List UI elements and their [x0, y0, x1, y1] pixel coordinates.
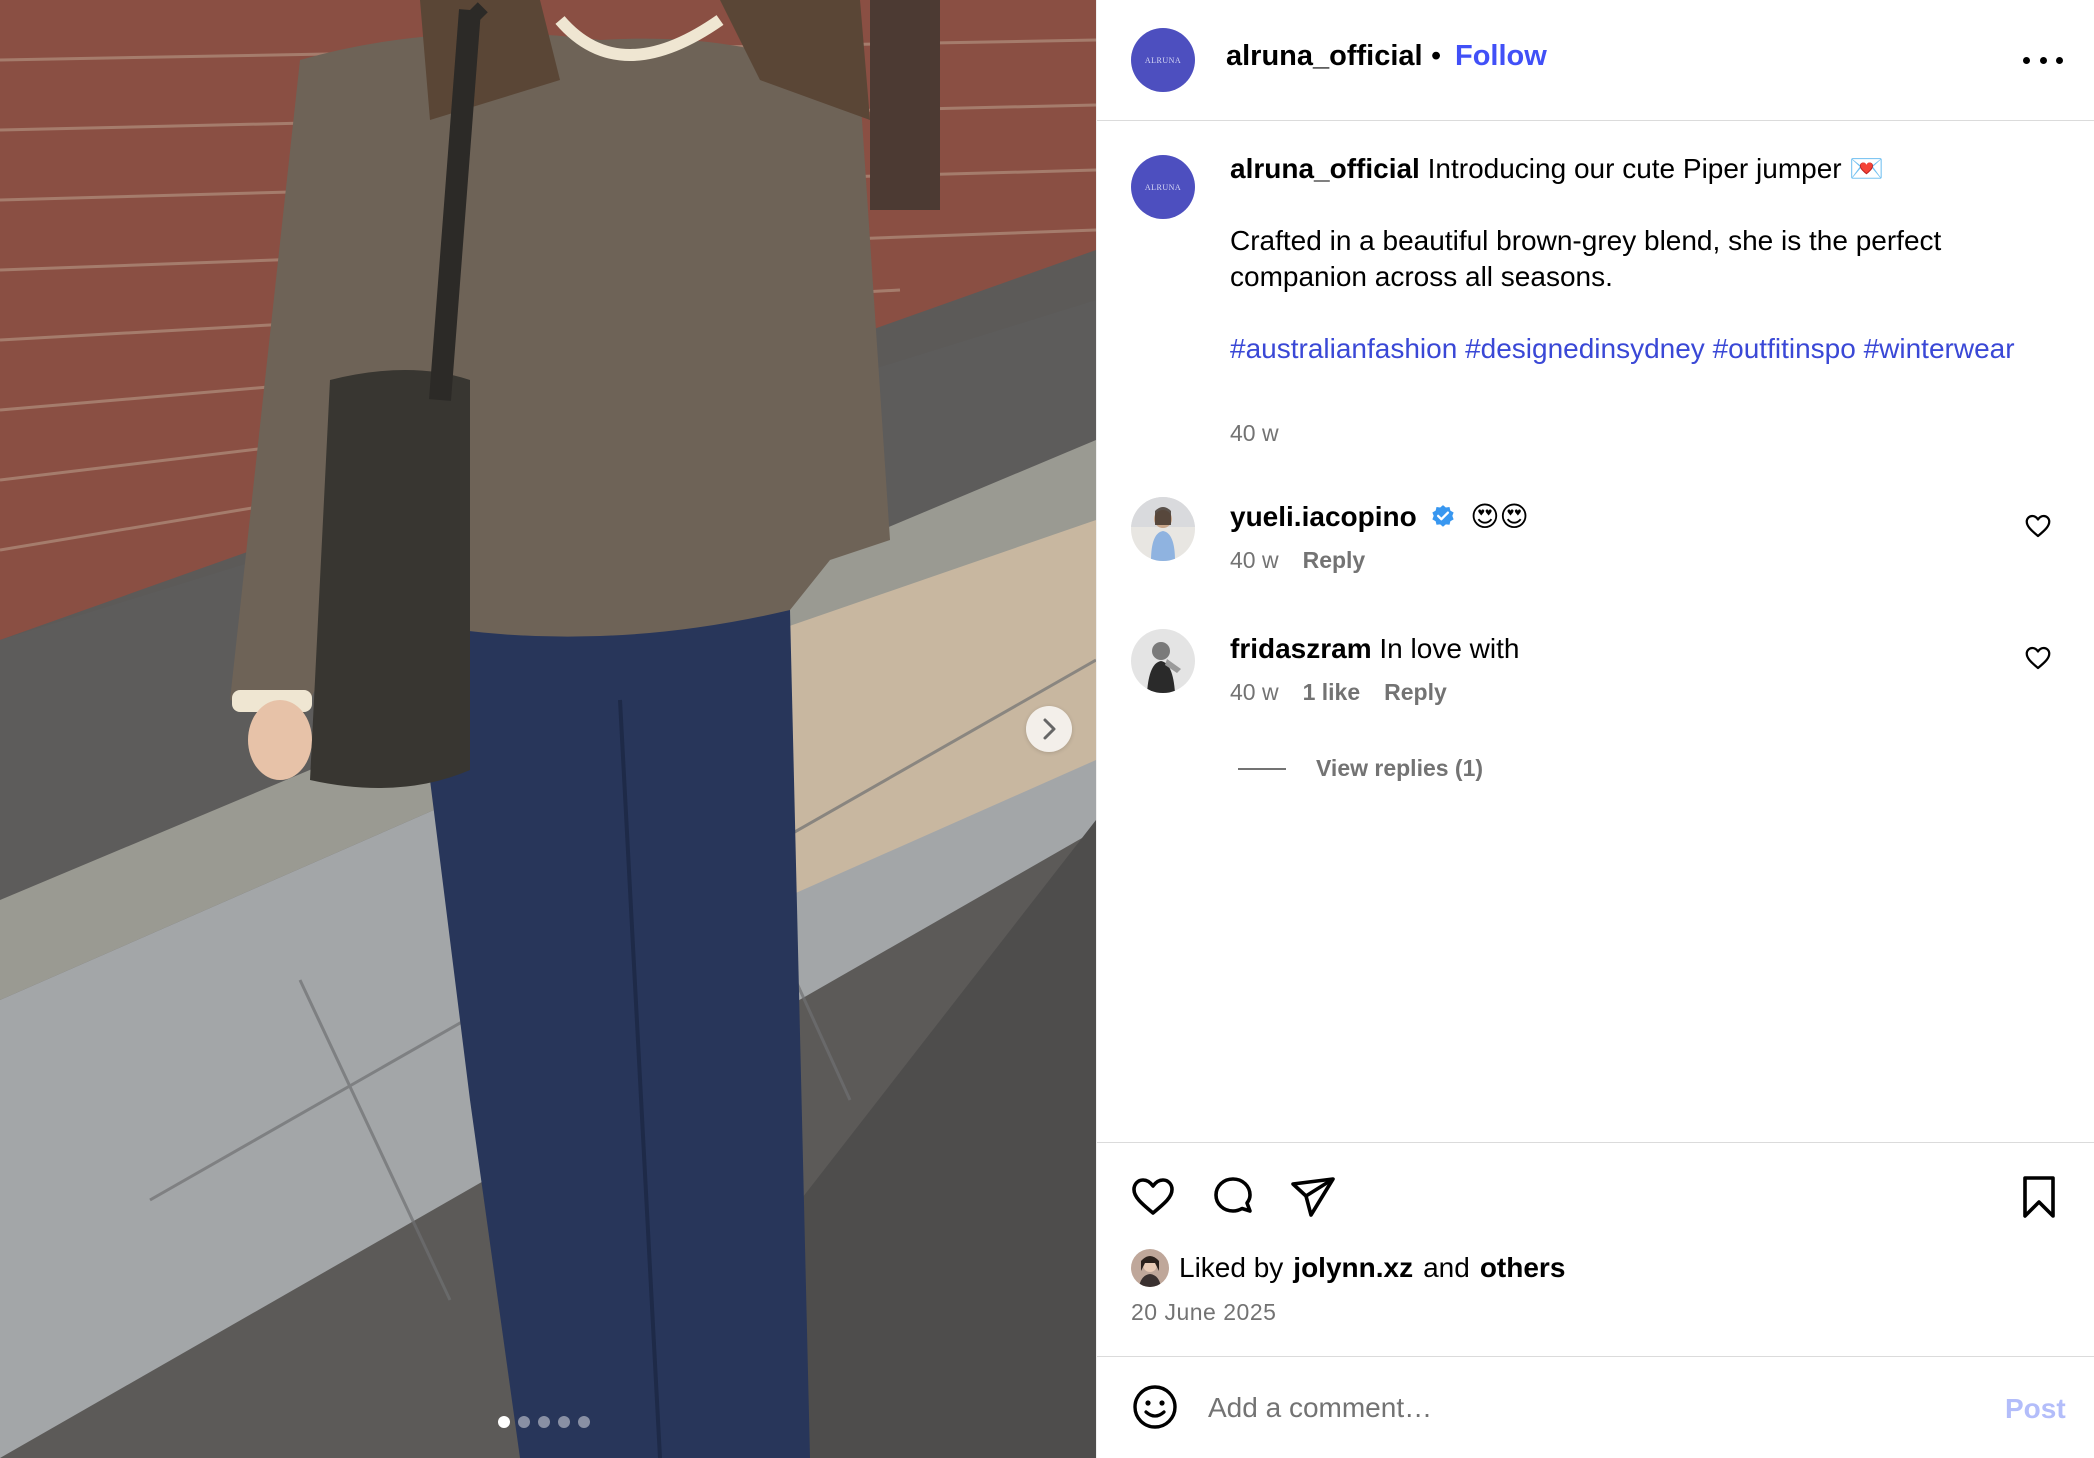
- liked-by: Liked by jolynn.xz and others: [1131, 1249, 1565, 1287]
- add-comment-bar: Post: [1097, 1356, 2094, 1458]
- author-avatar[interactable]: ALRUNA: [1131, 28, 1195, 92]
- liked-by-user[interactable]: jolynn.xz: [1293, 1252, 1413, 1284]
- next-slide-button[interactable]: [1026, 706, 1072, 752]
- post-header: ALRUNA alruna_official • Follow: [1097, 0, 2094, 121]
- hashtag-link[interactable]: #winterwear: [1864, 333, 2015, 364]
- brand-logo-text: ALRUNA: [1144, 55, 1182, 65]
- like-heart-icon[interactable]: [1129, 1173, 1177, 1221]
- view-replies-label: View replies (1): [1316, 755, 1484, 781]
- comments-list[interactable]: ALRUNA alruna_official Introducing our c…: [1097, 121, 2094, 1143]
- caption-line-1: Introducing our cute Piper jumper 💌: [1427, 153, 1885, 184]
- like-comment-heart-icon[interactable]: [2023, 511, 2053, 541]
- post-caption: alruna_official Introducing our cute Pip…: [1230, 151, 2050, 367]
- author-username[interactable]: alruna_official: [1226, 40, 1423, 73]
- caption-username[interactable]: alruna_official: [1230, 153, 1420, 184]
- liker-avatar[interactable]: [1131, 1249, 1169, 1287]
- caption-line-2: Crafted in a beautiful brown-grey blend,…: [1230, 225, 1942, 292]
- more-options-icon[interactable]: [2023, 44, 2063, 76]
- chevron-right-icon: [1043, 718, 1056, 740]
- caption-timestamp[interactable]: 40 w: [1230, 420, 1279, 447]
- hashtag-link[interactable]: #outfitinspo: [1713, 333, 1856, 364]
- carousel-dots: [498, 1416, 590, 1428]
- like-comment-heart-icon[interactable]: [2023, 643, 2053, 673]
- reply-button[interactable]: Reply: [1303, 547, 1366, 574]
- post-date[interactable]: 20 June 2025: [1131, 1299, 1276, 1326]
- post-comment-button[interactable]: Post: [2005, 1393, 2066, 1425]
- share-send-icon[interactable]: [1289, 1173, 1337, 1221]
- follow-button[interactable]: Follow: [1455, 40, 1547, 73]
- comment-bubble-icon[interactable]: [1209, 1173, 1257, 1221]
- comment-text: In love with: [1379, 633, 1520, 664]
- save-bookmark-icon[interactable]: [2015, 1173, 2063, 1221]
- emoji-smile-icon[interactable]: [1131, 1383, 1179, 1431]
- liked-by-middle: and: [1423, 1252, 1470, 1283]
- caption-author-avatar[interactable]: ALRUNA: [1131, 155, 1195, 219]
- caption-hashtags: #australianfashion #designedinsydney #ou…: [1230, 331, 2050, 367]
- carousel-dot[interactable]: [498, 1416, 510, 1428]
- replies-divider-line: [1238, 767, 1286, 770]
- carousel-dot[interactable]: [538, 1416, 550, 1428]
- post-media[interactable]: [0, 0, 1096, 1458]
- comment-input[interactable]: [1208, 1385, 1968, 1431]
- hashtag-link[interactable]: #australianfashion: [1230, 333, 1457, 364]
- brand-logo-text: ALRUNA: [1144, 182, 1182, 192]
- header-separator: •: [1431, 40, 1442, 72]
- post-actions: Liked by jolynn.xz and others 20 June 20…: [1097, 1142, 2094, 1356]
- hashtag-link[interactable]: #designedinsydney: [1465, 333, 1705, 364]
- carousel-dot[interactable]: [578, 1416, 590, 1428]
- commenter-username[interactable]: yueli.iacopino: [1230, 501, 1417, 532]
- commenter-username[interactable]: fridaszram: [1230, 633, 1372, 664]
- liked-by-prefix: Liked by: [1179, 1252, 1284, 1283]
- commenter-avatar[interactable]: [1131, 629, 1195, 693]
- post-photo: [0, 0, 1096, 1458]
- liked-by-others[interactable]: others: [1480, 1252, 1566, 1284]
- view-replies-button[interactable]: View replies (1): [1238, 755, 1483, 782]
- comment-timestamp[interactable]: 40 w: [1230, 679, 1279, 706]
- carousel-dot[interactable]: [558, 1416, 570, 1428]
- verified-badge-icon: [1432, 505, 1455, 527]
- comment-likes-count[interactable]: 1 like: [1303, 679, 1361, 706]
- comment-timestamp[interactable]: 40 w: [1230, 547, 1279, 574]
- commenter-avatar[interactable]: [1131, 497, 1195, 561]
- comment-text: 😍😍: [1470, 501, 1529, 532]
- reply-button[interactable]: Reply: [1384, 679, 1447, 706]
- post-sidebar: ALRUNA alruna_official • Follow ALRUNA a…: [1096, 0, 2094, 1458]
- carousel-dot[interactable]: [518, 1416, 530, 1428]
